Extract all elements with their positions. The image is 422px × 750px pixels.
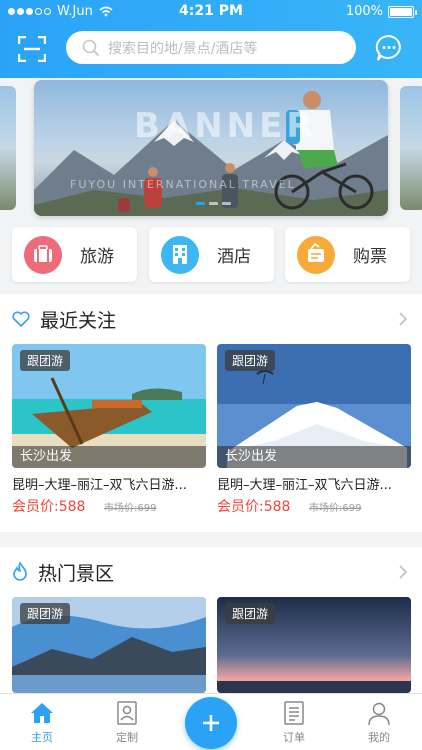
tab-label: 主页 [31,731,53,744]
tour-tag: 跟团游 [20,603,71,624]
hotel-building-icon [161,235,199,274]
recent-section-header[interactable]: 最近关注 [0,294,422,344]
section-title: 热门景区 [38,562,115,585]
category-travel-button[interactable]: 旅游 [12,227,137,282]
beach-boat-image: 跟团游 长沙出发 [12,344,206,468]
carousel-indicator [196,202,231,205]
banner-carousel[interactable]: BANNER FUYOU INTERNATIONAL TRAVEL [0,78,422,222]
scan-icon[interactable] [18,36,46,62]
category-label: 酒店 [217,247,251,267]
tour-tag: 跟团游 [20,350,71,371]
tab-label: 我的 [368,731,390,744]
tab-label: 定制 [116,731,138,744]
battery-icon [388,5,417,18]
tour-tag: 跟团游 [225,603,276,624]
custom-profile-icon [117,701,137,725]
plus-icon [203,715,219,731]
section-title: 最近关注 [40,309,117,332]
tour-tag: 跟团游 [225,350,276,371]
departure-label: 长沙出发 [217,446,411,468]
top-header: W.Jun 4:21 PM 100% 搜索目的地/景点/酒店等 [0,0,422,78]
banner-next-slide[interactable] [400,86,422,210]
category-label: 旅游 [80,247,114,267]
tab-label: 订单 [283,731,305,744]
hot-section: 热门景区 跟团游 跟团游 [0,547,422,693]
category-label: 购票 [353,247,387,267]
product-name: 昆明–大理–丽江–双飞六日游... [217,478,392,493]
user-icon [368,702,390,726]
category-hotel-button[interactable]: 酒店 [149,227,274,282]
market-price: 市场价:699 [104,503,157,514]
search-input[interactable]: 搜索目的地/景点/酒店等 [66,31,356,64]
banner-prev-slide[interactable] [0,86,16,210]
product-card[interactable]: 跟团游 [217,597,411,693]
product-card[interactable]: 跟团游 长沙出发 昆明–大理–丽江–双飞六日游... 会员价:588 市场价:6… [12,344,206,519]
status-bar: W.Jun 4:21 PM 100% [0,0,422,24]
home-icon [31,703,53,723]
recent-section: 最近关注 跟团游 长沙出发 昆明–大理–丽江–双飞六日游... 会员价:588 … [0,294,422,532]
departure-label: 长沙出发 [12,446,206,468]
sunset-lake-image: 跟团游 [217,597,411,693]
banner-subtitle: FUYOU INTERNATIONAL TRAVEL [70,178,296,191]
product-card[interactable]: 跟团游 [12,597,206,693]
banner-title: BANNER [134,106,317,146]
product-card[interactable]: 跟团游 长沙出发 昆明–大理–丽江–双飞六日游... 会员价:588 市场价:6… [217,344,411,519]
lake-mountain-image: 跟团游 [12,597,206,693]
member-price: 会员价:588 [217,499,291,515]
product-name: 昆明–大理–丽江–双飞六日游... [12,478,187,493]
search-placeholder: 搜索目的地/景点/酒店等 [108,40,258,57]
member-price: 会员价:588 [12,499,86,515]
flame-icon [13,562,27,581]
battery-percent: 100% [345,4,383,19]
tab-orders[interactable]: 订单 [264,694,324,750]
add-button[interactable] [185,697,237,749]
snow-mountain-image: 跟团游 长沙出发 [217,344,411,468]
market-price: 市场价:699 [309,503,362,514]
suitcase-icon [24,235,62,274]
category-ticket-button[interactable]: 购票 [285,227,410,282]
tab-home[interactable]: 主页 [12,694,72,750]
chevron-right-icon[interactable] [398,311,408,327]
tab-custom[interactable]: 定制 [97,694,157,750]
search-icon [82,39,100,56]
hot-section-header[interactable]: 热门景区 [0,547,422,597]
mountain-landscape-image [34,91,388,216]
order-list-icon [284,701,304,725]
tab-mine[interactable]: 我的 [349,694,409,750]
heart-icon [12,311,30,327]
ticket-icon [297,235,335,274]
message-icon[interactable] [375,34,403,62]
banner-slide[interactable]: BANNER FUYOU INTERNATIONAL TRAVEL [34,80,388,216]
chevron-right-icon[interactable] [398,564,408,580]
